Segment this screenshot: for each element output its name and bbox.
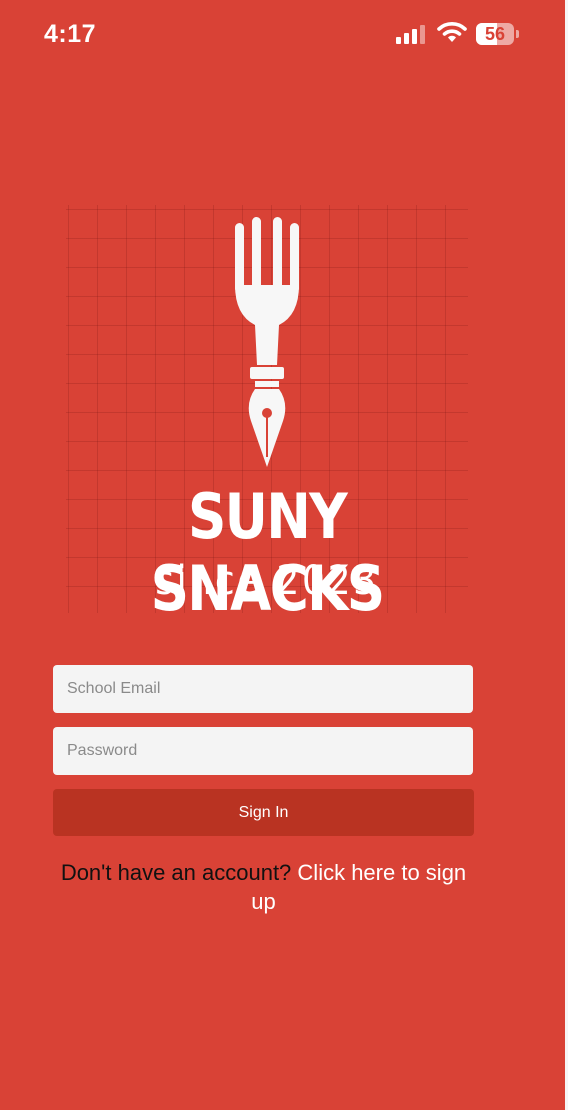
school-email-input[interactable] [53,665,473,713]
wifi-icon [437,22,467,42]
password-input[interactable] [53,727,473,775]
battery-percent: 56 [484,24,506,44]
signup-prompt: Don't have an account? Click here to sig… [53,858,474,916]
fork-pen-icon [235,217,299,467]
status-bar: 4:17 56 [0,0,565,70]
signup-prompt-text: Don't have an account? [60,860,292,885]
cellular-signal-icon [396,24,428,44]
battery-icon: 56 [476,23,520,45]
sign-in-button[interactable]: Sign In [53,789,474,836]
brand-tagline: since 2023 [155,558,379,604]
app-logo: SUNY SNACKS since 2023 [66,205,468,625]
status-time: 4:17 [44,20,97,48]
